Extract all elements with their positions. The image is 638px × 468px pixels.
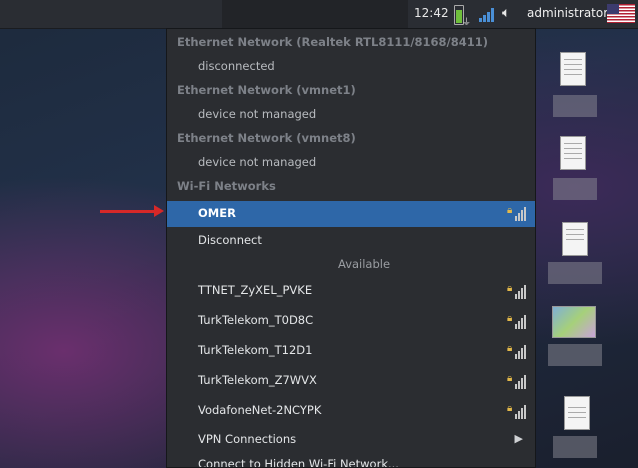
- network-item[interactable]: TurkTelekom_Z7WVX 🔒︎: [167, 369, 535, 393]
- user-name[interactable]: administrator: [527, 6, 608, 20]
- top-panel: 12:42 ⏚ 🔈︎ administrator: [0, 0, 638, 29]
- network-item[interactable]: TurkTelekom_T0D8C 🔒︎: [167, 309, 535, 333]
- wifi-signal-lock-icon: 🔒︎: [507, 313, 526, 329]
- desktop-file-label: [553, 178, 597, 200]
- desktop-file-label: [553, 95, 597, 117]
- desktop-file-label: [548, 262, 602, 284]
- section-status: disconnected: [198, 59, 275, 73]
- wifi-signal-lock-icon: 🔒︎: [507, 373, 526, 389]
- panel-taskbar-area: [222, 0, 408, 28]
- wifi-signal-lock-icon: 🔒︎: [507, 205, 526, 221]
- wifi-signal-lock-icon: 🔒︎: [507, 283, 526, 299]
- network-item-connected[interactable]: OMER 🔒︎: [167, 201, 535, 227]
- section-header: Ethernet Network (Realtek RTL8111/8168/8…: [177, 35, 489, 49]
- vpn-connections-item[interactable]: VPN Connections ▶: [167, 428, 535, 452]
- section-status: device not managed: [198, 107, 317, 121]
- desktop-file-icon[interactable]: [560, 136, 586, 170]
- wifi-header: Wi-Fi Networks: [177, 179, 276, 193]
- available-label: Available: [338, 257, 391, 271]
- submenu-arrow-icon: ▶: [514, 432, 523, 445]
- desktop-file-label: [548, 344, 602, 366]
- desktop-image-icon[interactable]: [552, 306, 596, 338]
- network-item[interactable]: TurkTelekom_T12D1 🔒︎: [167, 339, 535, 363]
- desktop-file-label: [553, 436, 597, 458]
- wifi-signal-lock-icon: 🔒︎: [507, 343, 526, 359]
- desktop-file-icon[interactable]: [560, 52, 586, 86]
- annotation-arrowhead-right: [154, 205, 164, 217]
- us-flag-icon[interactable]: [607, 4, 635, 23]
- network-menu: Ethernet Network (Realtek RTL8111/8168/8…: [166, 28, 536, 468]
- plug-icon: ⏚: [462, 18, 472, 28]
- disconnect-item[interactable]: Disconnect: [167, 229, 535, 253]
- section-header: Ethernet Network (vmnet1): [177, 83, 356, 97]
- clock[interactable]: 12:42: [414, 6, 449, 20]
- desktop-file-icon[interactable]: [562, 222, 588, 256]
- section-header: Ethernet Network (vmnet8): [177, 131, 356, 145]
- network-item[interactable]: TTNET_ZyXEL_PVKE 🔒︎: [167, 279, 535, 303]
- desktop-file-icon[interactable]: [564, 396, 590, 430]
- wifi-signal-lock-icon: 🔒︎: [507, 403, 526, 419]
- annotation-arrow-right: [100, 210, 156, 213]
- volume-icon[interactable]: 🔈︎: [502, 5, 510, 21]
- network-signal-icon[interactable]: [479, 7, 496, 22]
- section-status: device not managed: [198, 155, 317, 169]
- hidden-network-item[interactable]: Connect to Hidden Wi-Fi Network...: [167, 453, 535, 467]
- network-item[interactable]: VodafoneNet-2NCYPK 🔒︎: [167, 399, 535, 423]
